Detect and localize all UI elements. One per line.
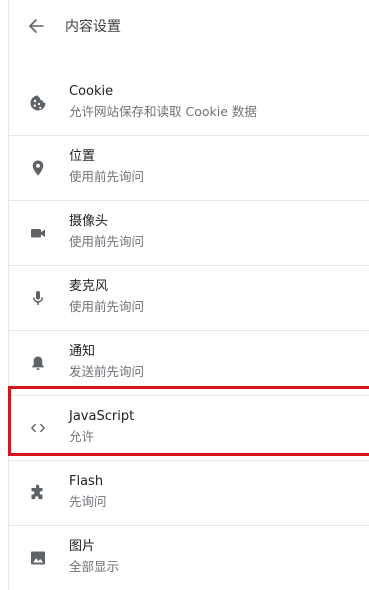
settings-row-subtitle: 允许 [69,429,95,444]
settings-row-title: Cookie [69,84,114,99]
header: 内容设置 [0,0,369,58]
puzzle-piece-icon [28,483,48,503]
content-settings-page: 内容设置 Cookie 允许网站保存和读取 Cookie 数据 位置 使用前先询… [0,0,369,590]
settings-row-subtitle: 使用前先询问 [69,169,145,184]
settings-row-flash[interactable]: Flash 先询问 [8,461,369,526]
settings-row-subtitle: 使用前先询问 [69,299,145,314]
microphone-icon [28,288,48,308]
page-title: 内容设置 [65,19,121,35]
settings-row-title: 麦克风 [69,279,109,294]
settings-row-notifications[interactable]: 通知 发送前先询问 [8,331,369,396]
settings-row-title: 位置 [69,149,96,164]
settings-row-title: 图片 [69,539,96,554]
settings-row-cookie[interactable]: Cookie 允许网站保存和读取 Cookie 数据 [8,71,369,136]
settings-row-camera[interactable]: 摄像头 使用前先询问 [8,201,369,266]
settings-row-subtitle: 全部显示 [69,559,120,574]
settings-row-subtitle: 使用前先询问 [69,234,145,249]
back-button[interactable] [24,13,52,41]
settings-row-title: 摄像头 [69,214,109,229]
bell-icon [28,353,48,373]
settings-row-microphone[interactable]: 麦克风 使用前先询问 [8,266,369,331]
code-icon [28,418,48,438]
settings-row-javascript[interactable]: JavaScript 允许 [8,396,369,461]
settings-row-location[interactable]: 位置 使用前先询问 [8,136,369,201]
settings-row-subtitle: 允许网站保存和读取 Cookie 数据 [69,104,257,119]
settings-row-title: 通知 [69,344,96,359]
settings-row-subtitle: 先询问 [69,494,107,509]
camera-icon [28,223,48,243]
location-pin-icon [28,158,48,178]
settings-row-title: JavaScript [69,409,135,424]
settings-row-subtitle: 发送前先询问 [69,364,145,379]
back-arrow-icon [29,19,44,33]
image-icon [28,548,48,568]
settings-row-images[interactable]: 图片 全部显示 [8,526,369,590]
settings-row-title: Flash [69,474,104,489]
settings-list: Cookie 允许网站保存和读取 Cookie 数据 位置 使用前先询问 摄像头 [8,71,369,590]
cookie-icon [28,93,48,113]
